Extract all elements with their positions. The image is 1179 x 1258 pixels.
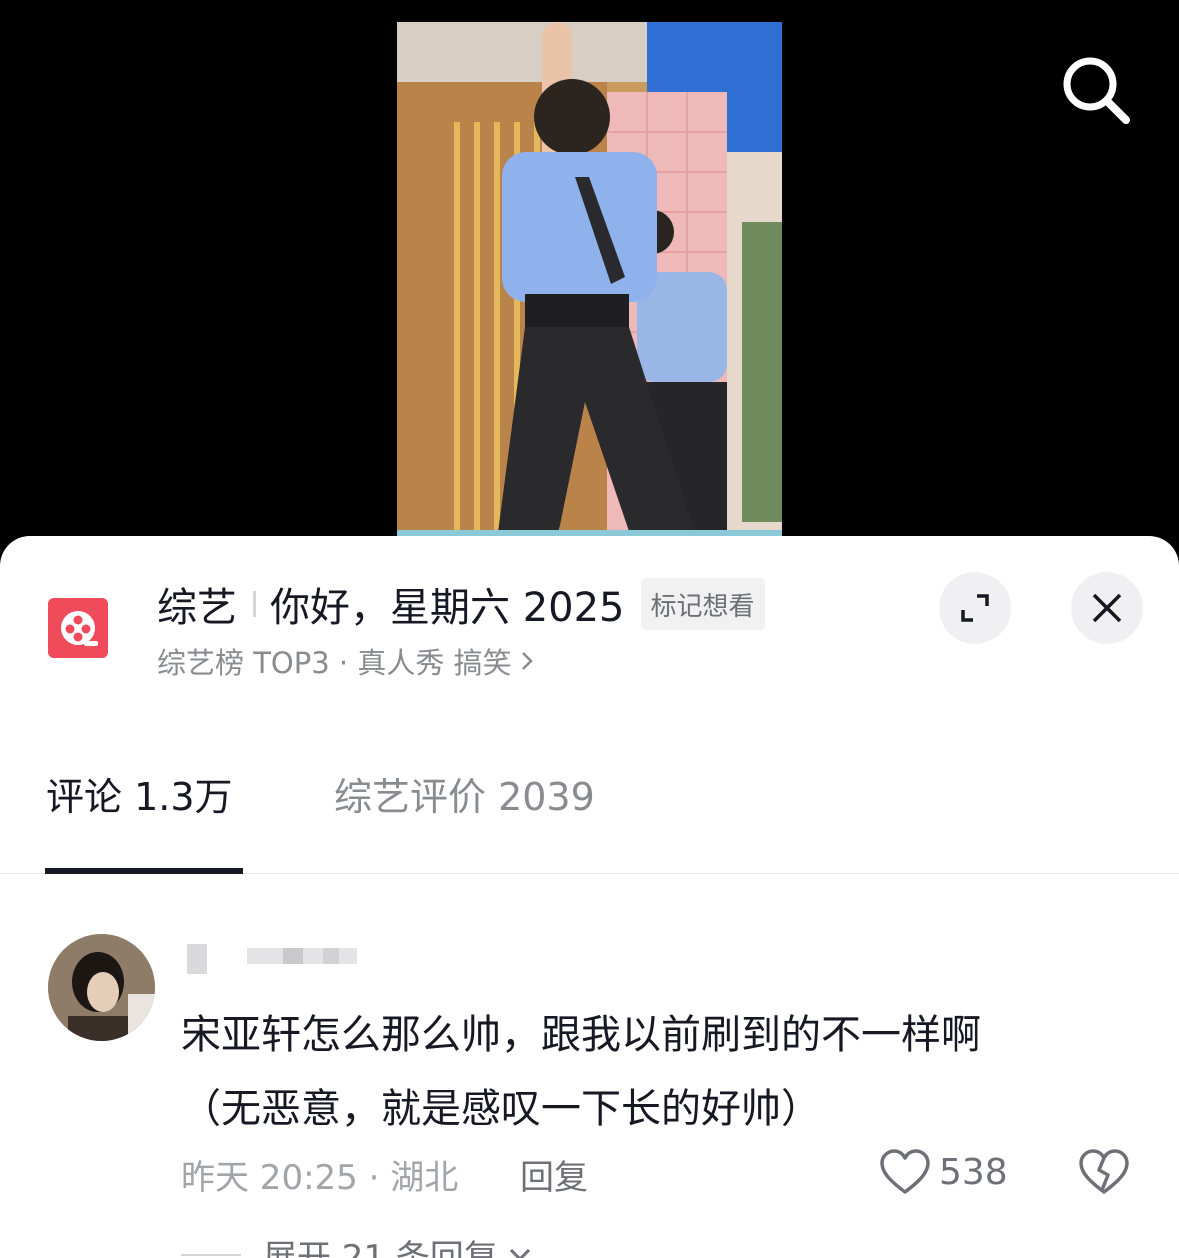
username-blurred[interactable] xyxy=(183,942,363,976)
close-icon xyxy=(1092,593,1122,623)
expand-icon xyxy=(961,594,989,622)
chevron-right-icon xyxy=(521,652,533,670)
divider-line xyxy=(181,1253,241,1256)
show-category[interactable]: 综艺 xyxy=(157,575,237,633)
like-button[interactable]: 538 xyxy=(879,1148,1008,1196)
film-reel-icon[interactable] xyxy=(48,598,108,658)
avatar[interactable] xyxy=(48,934,155,1041)
show-meta-text: 综艺榜 TOP3 · 真人秀 搞笑 xyxy=(157,646,512,680)
show-title[interactable]: 你好，星期六 2025 xyxy=(270,575,625,633)
comment-time-location: 昨天 20:25 · 湖北 xyxy=(181,1158,459,1198)
active-tab-indicator xyxy=(45,868,243,874)
tab-comments[interactable]: 评论 1.3万 xyxy=(46,766,233,874)
title-divider xyxy=(253,591,256,617)
video-player[interactable] xyxy=(0,0,1179,560)
comment-text[interactable]: 宋亚轩怎么那么帅，跟我以前刷到的不一样啊 （无恶意，就是感叹一下长的好帅） xyxy=(181,998,1111,1146)
mark-want-to-watch-button[interactable]: 标记想看 xyxy=(640,578,765,630)
like-count: 538 xyxy=(939,1151,1008,1193)
expand-button[interactable] xyxy=(939,572,1011,644)
close-button[interactable] xyxy=(1071,572,1143,644)
tab-show-reviews[interactable]: 综艺评价 2039 xyxy=(334,766,595,874)
chevron-down-icon xyxy=(509,1248,530,1258)
show-ranking-link[interactable]: 综艺榜 TOP3 · 真人秀 搞笑 xyxy=(157,640,534,682)
tab-bar: 评论 1.3万 综艺评价 2039 xyxy=(0,766,1179,874)
show-title-row: 综艺 你好，星期六 2025 标记想看 xyxy=(157,574,765,634)
comment-text-line: （无恶意，就是感叹一下长的好帅） xyxy=(181,1086,821,1132)
heart-icon xyxy=(880,1149,930,1194)
comments-sheet: 综艺 你好，星期六 2025 标记想看 综艺榜 TOP3 · 真人秀 搞笑 评论… xyxy=(0,536,1179,1258)
expand-replies-button[interactable]: 展开 21 条回复 xyxy=(181,1230,532,1258)
search-icon[interactable] xyxy=(1058,52,1132,126)
expand-replies-label: 展开 21 条回复 xyxy=(263,1238,498,1258)
broken-heart-icon[interactable] xyxy=(1078,1148,1130,1196)
reply-button[interactable]: 回复 xyxy=(520,1150,588,1199)
video-thumbnail[interactable] xyxy=(397,22,782,540)
comment-text-line: 宋亚轩怎么那么帅，跟我以前刷到的不一样啊 xyxy=(181,1012,981,1058)
